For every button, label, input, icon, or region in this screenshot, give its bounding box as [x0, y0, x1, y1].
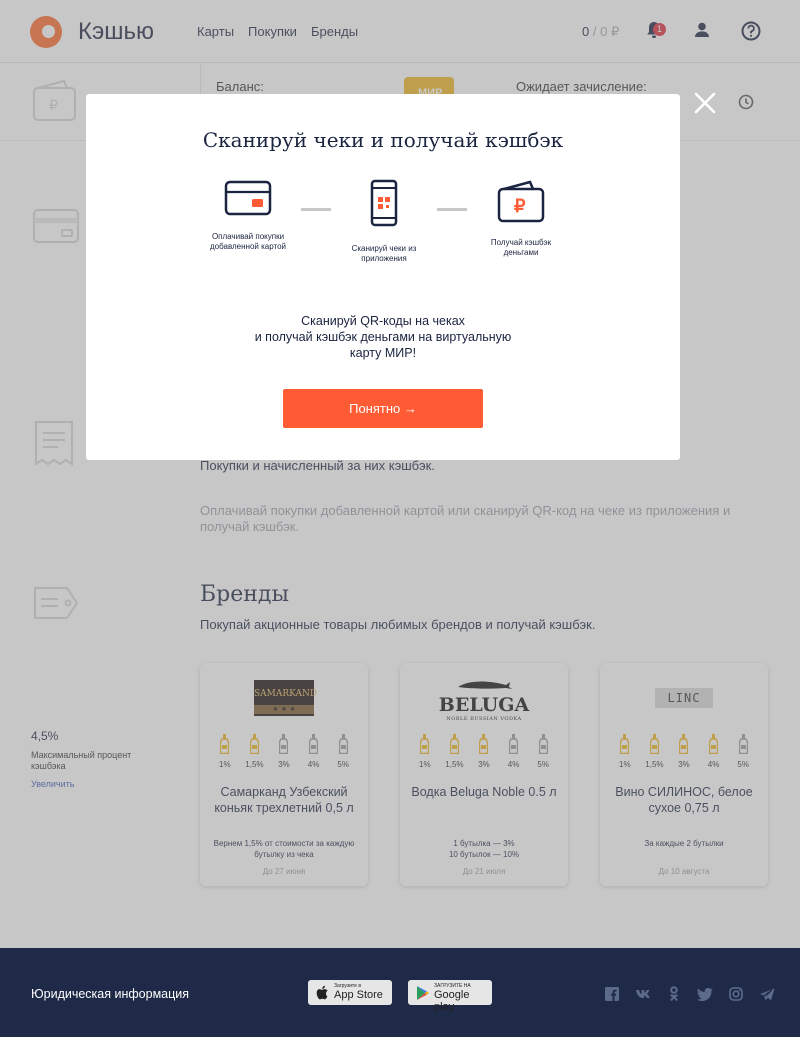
phone-qr-icon	[370, 179, 398, 227]
facebook-icon[interactable]	[604, 986, 620, 1002]
twitter-icon[interactable]	[697, 986, 713, 1002]
telegram-icon[interactable]	[759, 986, 775, 1002]
wallet-ruble-icon: ₽	[497, 180, 545, 223]
close-icon[interactable]	[693, 91, 717, 115]
apple-icon	[316, 985, 328, 1000]
scan-receipts-modal: Сканируй чеки и получай кэшбэк Оплачивай…	[86, 94, 680, 460]
google-play-button[interactable]: ЗАГРУЗИТЕ НА Google play	[408, 980, 492, 1013]
modal-description: Сканируй QR-коды на чеках и получай кэшб…	[254, 314, 512, 360]
instagram-icon[interactable]	[728, 986, 744, 1002]
modal-title: Сканируй чеки и получай кэшбэк	[202, 128, 564, 152]
odnoklassniki-icon[interactable]	[666, 986, 682, 1002]
google-play-icon	[417, 986, 429, 1000]
app-store-button[interactable]: Загрузите в App Store	[308, 980, 392, 1005]
credit-card-icon	[224, 180, 272, 216]
step-get-cashback: ₽ Получай кэшбэк деньгами	[476, 179, 566, 258]
step-scan-receipt: Сканируй чеки из приложения	[339, 179, 429, 264]
svg-text:₽: ₽	[514, 196, 526, 216]
got-it-button[interactable]: Понятно →	[283, 389, 483, 428]
social-links	[604, 986, 775, 1002]
footer: Юридическая информация Загрузите в App S…	[0, 948, 800, 1037]
step-pay-with-card: Оплачивай покупки добавленной картой	[203, 179, 293, 252]
legal-link[interactable]: Юридическая информация	[31, 987, 189, 1001]
vk-icon[interactable]	[635, 986, 651, 1002]
